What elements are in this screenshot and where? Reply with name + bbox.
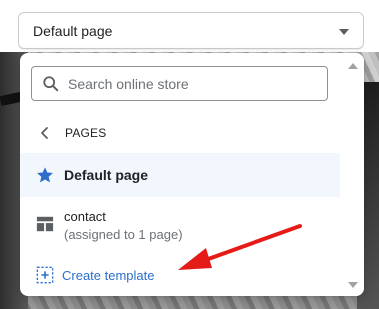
create-template-label: Create template: [62, 267, 155, 283]
add-template-icon: [36, 266, 54, 284]
list-item-default-page[interactable]: Default page: [20, 153, 340, 197]
template-dropdown-panel: Search online store PAGES Default page c…: [20, 53, 364, 296]
search-placeholder: Search online store: [68, 75, 189, 92]
template-select-value: Default page: [33, 22, 113, 39]
search-input[interactable]: Search online store: [31, 66, 328, 101]
pages-back-button[interactable]: PAGES: [31, 123, 106, 143]
template-icon: [36, 216, 54, 232]
list-item-label: Default page: [64, 167, 149, 183]
scroll-down-icon[interactable]: [348, 282, 358, 288]
create-template-button[interactable]: Create template: [20, 260, 340, 290]
section-header: PAGES: [65, 126, 107, 140]
list-item-label: contact: [64, 209, 106, 224]
search-icon: [43, 76, 59, 92]
list-item-contact[interactable]: contact (assigned to 1 page): [20, 201, 340, 249]
star-icon: [37, 167, 53, 183]
caret-down-icon: [339, 29, 349, 35]
page-stage: Default page Search online store PAGES D…: [0, 0, 379, 309]
chevron-left-icon: [41, 127, 48, 139]
dropdown-scrollbar[interactable]: [342, 53, 364, 296]
template-select[interactable]: Default page: [18, 12, 364, 49]
scroll-up-icon[interactable]: [348, 63, 358, 69]
list-item-sublabel: (assigned to 1 page): [64, 227, 183, 242]
